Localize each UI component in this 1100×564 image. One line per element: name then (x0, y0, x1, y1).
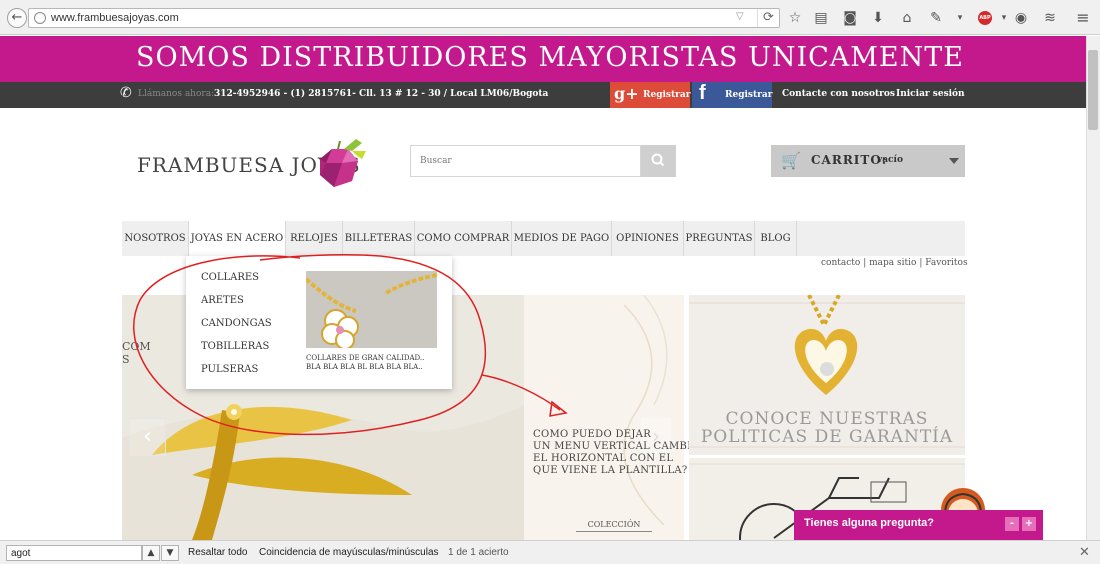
nav-item-preguntas[interactable]: PREGUNTAS (684, 221, 755, 256)
slider-prev-button[interactable]: ‹ (129, 418, 166, 456)
promo-caption: COLLARES DE GRAN CALIDAD.. BLA BLA BLA B… (306, 354, 425, 371)
nav-item-opiniones[interactable]: OPINIONES (612, 221, 684, 256)
cart-icon: 🛒 (781, 151, 801, 170)
nav-item-billeteras[interactable]: BILLETERAS (343, 221, 415, 256)
nav-item-nosotros[interactable]: NOSOTROS (122, 221, 189, 256)
download-icon[interactable]: ⬇ (868, 9, 888, 27)
find-bar: ▲ ▼ Resaltar todo Coincidencia de mayúsc… (0, 540, 1100, 564)
nav-item-como-comprar[interactable]: COMO COMPRAR (415, 221, 512, 256)
nav-item-joyas-en-acero[interactable]: JOYAS EN ACERO (189, 221, 286, 256)
separator: | (919, 258, 923, 268)
cart-button[interactable]: 🛒 CARRITO: vacío (771, 145, 965, 177)
url-text[interactable]: www.frambuesajoyas.com (51, 12, 179, 24)
back-icon[interactable]: ← (7, 8, 27, 28)
joyas-dropdown-menu: COLLARES ARETES CANDONGAS TOBILLERAS PUL… (186, 256, 452, 389)
chevron-down-icon (949, 158, 959, 164)
extension-icon[interactable]: ✎ (926, 9, 946, 27)
url-bar[interactable]: www.frambuesajoyas.com ▽ ⟳ (28, 8, 780, 28)
globe-icon (34, 12, 46, 24)
reload-icon[interactable]: ⟳ (757, 9, 779, 27)
collection-link[interactable]: COLECCIÓN (576, 520, 652, 532)
nav-item-medios-de-pago[interactable]: MEDIOS DE PAGO (512, 221, 612, 256)
nav-item-blog[interactable]: BLOG (755, 221, 797, 256)
chat-label[interactable]: Tienes alguna pregunta? (804, 517, 934, 529)
main-nav: NOSOTROS JOYAS EN ACERO RELOJES BILLETER… (122, 221, 965, 256)
call-label: Llámanos ahora: (138, 89, 215, 99)
facebook-register-button[interactable]: f Registrar (692, 82, 772, 108)
dropdown-item-pulseras[interactable]: PULSERAS (201, 364, 258, 375)
reading-list-icon[interactable]: ▤ (811, 9, 831, 27)
contact-us-link[interactable]: Contacte con nosotros (782, 89, 895, 99)
facebook-icon: f (699, 82, 706, 104)
find-input[interactable] (6, 545, 142, 561)
gplus-register-button[interactable]: g+ Registrar (610, 82, 690, 108)
home-icon[interactable]: ⌂ (897, 9, 917, 27)
login-link[interactable]: Iniciar sesión (896, 89, 965, 99)
find-previous-button[interactable]: ▲ (142, 545, 160, 561)
match-case-button[interactable]: Coincidencia de mayúsculas/minúsculas (259, 547, 439, 558)
call-info: 312-4952946 - (1) 2815761- Cll. 13 # 12 … (214, 89, 549, 99)
browser-toolbar: ← www.frambuesajoyas.com ▽ ⟳ ☆ ▤ ◙ ⬇ ⌂ ✎… (0, 0, 1100, 35)
highlight-all-button[interactable]: Resaltar todo (188, 547, 247, 558)
chat-minimize-button[interactable]: - (1005, 517, 1019, 531)
flower-necklace-image (306, 271, 437, 348)
url-dropdown-icon[interactable]: ▽ (736, 11, 744, 22)
menu-icon[interactable]: ≡ (1073, 9, 1093, 27)
slider-text: COM S (122, 340, 151, 366)
necklace-promo-image[interactable] (306, 271, 437, 348)
search-icon (651, 153, 665, 167)
bookmark-star-icon[interactable]: ☆ (785, 9, 805, 27)
banner-text: SOMOS DISTRIBUIDORES MAYORISTAS UNICAMEN… (136, 42, 964, 73)
adblock-icon[interactable]: ABP (978, 11, 992, 25)
warranty-text: CONOCE NUESTRAS POLITICAS DE GARANTÍA (700, 409, 954, 447)
close-icon[interactable]: ✕ (1079, 545, 1090, 560)
extension-dropdown-icon[interactable]: ▾ (950, 9, 970, 27)
find-next-button[interactable]: ▼ (161, 545, 179, 561)
facebook-register-label: Registrar (725, 90, 773, 100)
chat-widget[interactable]: Tienes alguna pregunta? - + (794, 510, 1043, 540)
quick-links: contacto | mapa sitio | Favoritos (821, 258, 968, 268)
contact-link[interactable]: contacto (821, 258, 860, 268)
layers-icon[interactable]: ≋ (1040, 9, 1060, 27)
cart-label: CARRITO: (811, 153, 888, 167)
top-banner: SOMOS DISTRIBUIDORES MAYORISTAS UNICAMEN… (0, 36, 1086, 82)
separator: | (863, 258, 867, 268)
dropdown-item-collares[interactable]: COLLARES (201, 272, 259, 283)
phone-icon: ✆ (120, 85, 132, 101)
pocket-icon[interactable]: ◙ (840, 9, 860, 27)
dropdown-item-aretes[interactable]: ARETES (201, 295, 244, 306)
favorites-link[interactable]: Favoritos (925, 258, 967, 268)
chat-icon[interactable]: ◉ (1011, 9, 1031, 27)
dropdown-item-tobilleras[interactable]: TOBILLERAS (201, 341, 269, 352)
gplus-icon: g+ (614, 84, 639, 103)
gplus-register-label: Registrar (643, 90, 691, 100)
sitemap-link[interactable]: mapa sitio (869, 258, 916, 268)
search-button[interactable] (641, 145, 676, 177)
cart-status: vacío (877, 155, 903, 165)
nav-item-relojes[interactable]: RELOJES (286, 221, 343, 256)
chat-expand-button[interactable]: + (1022, 517, 1036, 531)
search-input[interactable] (410, 145, 641, 177)
find-result: 1 de 1 acierto (448, 547, 509, 558)
dropdown-item-candongas[interactable]: CANDONGAS (201, 318, 272, 329)
raspberry-gem-logo[interactable] (312, 137, 368, 191)
